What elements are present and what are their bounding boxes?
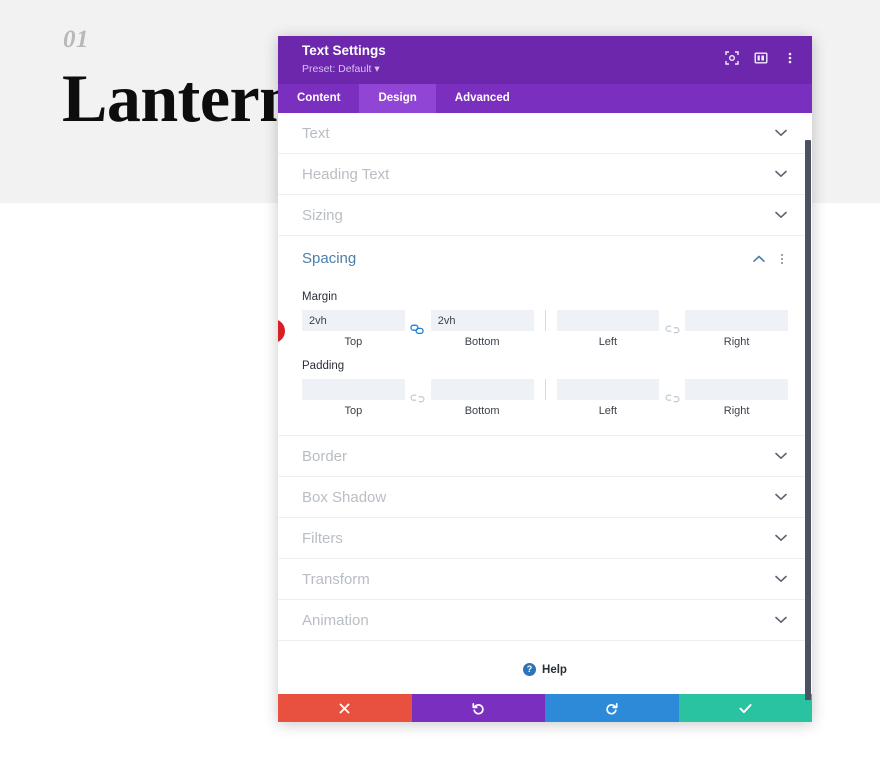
- margin-label: Margin: [302, 291, 338, 303]
- padding-right-caption: Right: [723, 405, 750, 417]
- padding-left-right-pair: Left Right: [556, 379, 788, 417]
- chevron-down-icon: [774, 126, 788, 140]
- margin-right-cell: Right: [685, 310, 788, 348]
- cancel-button[interactable]: [278, 694, 412, 722]
- modal-body: Text Heading Text Sizing Spacing Margin …: [278, 113, 812, 694]
- margin-left-input[interactable]: [556, 310, 660, 331]
- close-icon: [339, 703, 350, 714]
- padding-left-cell: Left: [556, 379, 660, 417]
- chevron-up-icon[interactable]: [752, 252, 766, 266]
- section-animation[interactable]: Animation: [278, 600, 812, 641]
- section-sizing[interactable]: Sizing: [278, 195, 812, 236]
- margin-fields: Top Bottom: [302, 310, 788, 348]
- section-box-shadow[interactable]: Box Shadow: [278, 477, 812, 518]
- margin-top-caption: Top: [344, 336, 363, 348]
- chevron-down-icon: [774, 613, 788, 627]
- padding-right-cell: Right: [685, 379, 788, 417]
- chevron-down-icon: ▾: [374, 63, 380, 75]
- section-spacing-label: Spacing: [302, 250, 357, 267]
- modal-preset-selector[interactable]: Preset: Default ▾: [302, 62, 796, 76]
- modal-title: Text Settings: [302, 43, 386, 58]
- redo-button[interactable]: [545, 694, 679, 722]
- undo-button[interactable]: [411, 694, 545, 722]
- margin-left-caption: Left: [598, 336, 618, 348]
- margin-right-input[interactable]: [685, 310, 788, 331]
- text-settings-modal: Text Settings Preset: Default ▾ Content …: [278, 36, 812, 722]
- margin-top-cell: Top: [302, 310, 405, 348]
- padding-bottom-input[interactable]: [430, 379, 534, 400]
- step-badge: 1: [278, 319, 285, 343]
- more-options-icon[interactable]: [782, 50, 798, 66]
- section-sizing-label: Sizing: [302, 206, 343, 224]
- padding-bottom-cell: Bottom: [430, 379, 534, 417]
- padding-label: Padding: [302, 360, 345, 372]
- modal-scrollbar[interactable]: [805, 140, 811, 700]
- section-spacing[interactable]: Spacing: [278, 236, 812, 281]
- chevron-down-icon: [774, 531, 788, 545]
- margin-left-right-pair: Left Right: [556, 310, 788, 348]
- margin-link-left-right-icon[interactable]: [659, 319, 685, 340]
- section-text[interactable]: Text: [278, 113, 812, 154]
- chevron-down-icon: [774, 167, 788, 181]
- modal-tabs: Content Design Advanced: [278, 84, 812, 113]
- margin-bottom-caption: Bottom: [464, 336, 500, 348]
- question-mark-icon: ?: [523, 663, 537, 676]
- margin-top-bottom-pair: Top Bottom: [302, 310, 534, 348]
- padding-link-left-right-icon[interactable]: [659, 388, 685, 409]
- padding-link-top-bottom-icon[interactable]: [405, 388, 431, 409]
- padding-right-input[interactable]: [685, 379, 788, 400]
- margin-divider: [544, 310, 546, 331]
- page-eyebrow-number: 01: [63, 26, 89, 53]
- padding-left-caption: Left: [598, 405, 618, 417]
- margin-bottom-cell: Bottom: [430, 310, 534, 348]
- tab-design[interactable]: Design: [359, 84, 436, 113]
- save-button[interactable]: [678, 694, 812, 722]
- chevron-down-icon: [774, 208, 788, 222]
- redo-icon: [605, 702, 618, 715]
- chevron-down-icon: [774, 490, 788, 504]
- section-spacing-options-icon[interactable]: [776, 251, 788, 267]
- section-heading-text-label: Heading Text: [302, 165, 390, 183]
- margin-bottom-input[interactable]: [430, 310, 534, 331]
- help-row[interactable]: ? Help: [278, 641, 812, 694]
- margin-top-input[interactable]: [302, 310, 405, 331]
- section-box-shadow-label: Box Shadow: [302, 488, 387, 506]
- modal-header-actions: [724, 50, 798, 66]
- chevron-down-icon: [774, 572, 788, 586]
- padding-divider: [544, 379, 546, 400]
- chevron-down-icon: [774, 449, 788, 463]
- padding-top-input[interactable]: [302, 379, 405, 400]
- section-border-label: Border: [302, 447, 348, 465]
- focus-icon[interactable]: [724, 50, 740, 66]
- undo-icon: [472, 702, 485, 715]
- section-text-label: Text: [302, 124, 330, 142]
- padding-bottom-caption: Bottom: [464, 405, 500, 417]
- spacing-panel: 1 Margin Top: [278, 281, 812, 436]
- section-filters-label: Filters: [302, 529, 343, 547]
- section-border[interactable]: Border: [278, 436, 812, 477]
- section-transform[interactable]: Transform: [278, 559, 812, 600]
- modal-footer: [278, 694, 812, 722]
- padding-top-cell: Top: [302, 379, 405, 417]
- tab-advanced[interactable]: Advanced: [436, 84, 529, 113]
- padding-top-caption: Top: [344, 405, 363, 417]
- margin-link-top-bottom-icon[interactable]: [405, 319, 431, 340]
- help-label: Help: [542, 663, 567, 676]
- check-icon: [739, 703, 752, 714]
- section-filters[interactable]: Filters: [278, 518, 812, 559]
- modal-header: Text Settings Preset: Default ▾: [278, 36, 812, 84]
- padding-left-input[interactable]: [556, 379, 660, 400]
- section-animation-label: Animation: [302, 611, 369, 629]
- layout-panel-icon[interactable]: [753, 50, 769, 66]
- section-heading-text[interactable]: Heading Text: [278, 154, 812, 195]
- tab-content[interactable]: Content: [278, 84, 359, 113]
- padding-fields: Top Bottom Left Right: [302, 379, 788, 417]
- section-transform-label: Transform: [302, 570, 370, 588]
- margin-left-cell: Left: [556, 310, 660, 348]
- padding-top-bottom-pair: Top Bottom: [302, 379, 534, 417]
- margin-right-caption: Right: [723, 336, 750, 348]
- modal-preset-label: Preset: Default: [302, 63, 372, 75]
